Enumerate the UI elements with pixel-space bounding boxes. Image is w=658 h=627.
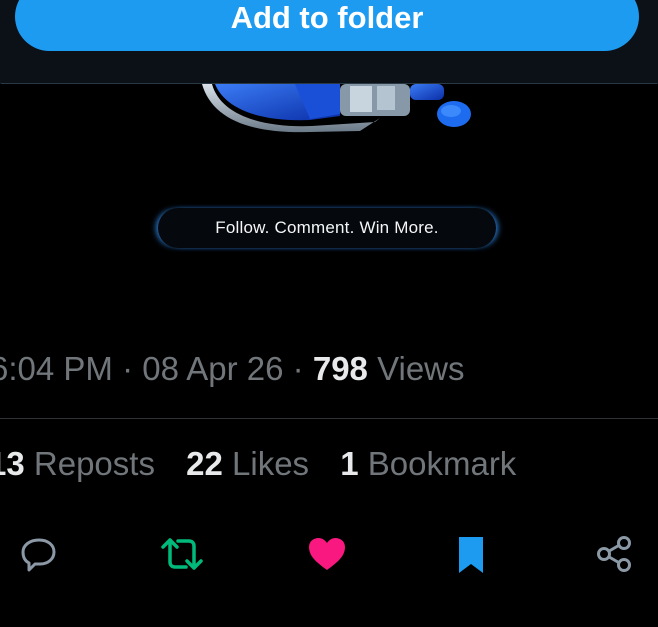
add-to-folder-button[interactable]: Add to folder (15, 0, 639, 51)
separator: · (283, 350, 313, 387)
reposts-count: 13 (0, 445, 25, 482)
likes-count: 22 (186, 445, 223, 482)
bookmarks-count: 1 (340, 445, 359, 482)
engagement-stats: 13 Reposts 22 Likes 1 Bookmark (0, 445, 538, 483)
bookmarks-stat[interactable]: 1 Bookmark (340, 445, 516, 482)
like-icon (309, 538, 345, 570)
caption-text: Follow. Comment. Win More. (215, 218, 439, 237)
separator: · (112, 350, 143, 387)
views-count: 798 (312, 350, 368, 387)
views-label: Views (367, 350, 465, 387)
reply-icon (21, 538, 56, 572)
share-icon (597, 536, 631, 572)
logo-graphic (202, 84, 471, 133)
bookmarks-label: Bookmark (358, 445, 517, 482)
action-bar (0, 530, 658, 580)
post-image[interactable]: Follow. Comment. Win More. (0, 84, 658, 334)
post-time[interactable]: 6:04 PM (0, 350, 113, 387)
post-metadata: 6:04 PM · 08 Apr 26 · 798 Views (0, 350, 465, 388)
reply-button[interactable] (17, 530, 61, 578)
caption-pill: Follow. Comment. Win More. (158, 208, 496, 248)
like-button[interactable] (305, 530, 349, 578)
likes-label: Likes (222, 445, 310, 482)
post-date[interactable]: 08 Apr 26 (142, 350, 283, 387)
reposts-label: Reposts (24, 445, 155, 482)
share-button[interactable] (592, 530, 636, 578)
bookmark-icon (459, 537, 483, 573)
divider (0, 418, 658, 419)
repost-button[interactable] (160, 530, 204, 578)
repost-icon (161, 538, 203, 570)
reposts-stat[interactable]: 13 Reposts (0, 445, 155, 482)
folder-sheet: Add to folder (0, 0, 658, 84)
bookmark-button[interactable] (449, 530, 493, 578)
likes-stat[interactable]: 22 Likes (186, 445, 309, 482)
